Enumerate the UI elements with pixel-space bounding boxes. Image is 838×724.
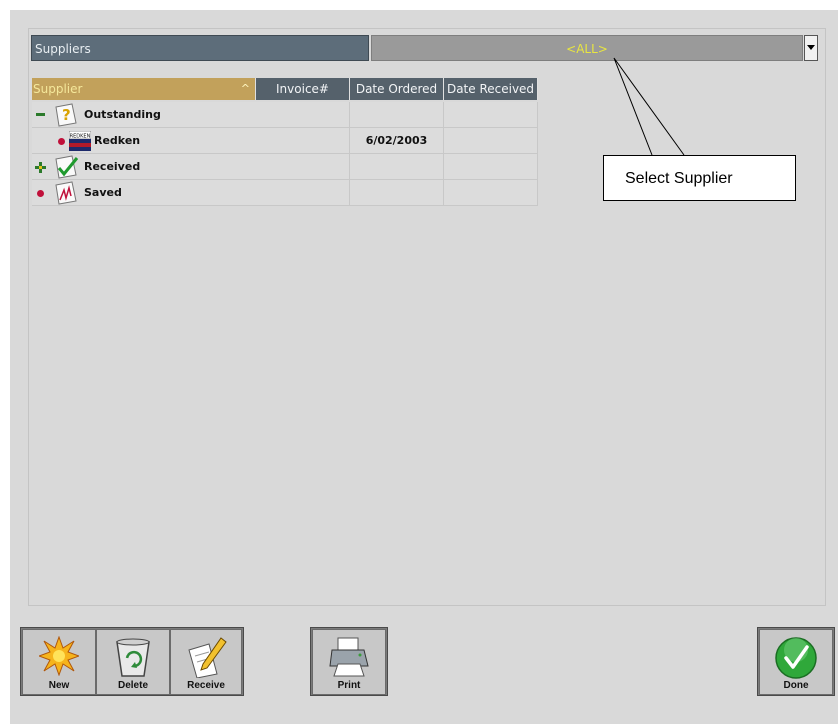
receive-button[interactable]: Receive [170,629,242,695]
done-button-label: Done [783,680,809,691]
printer-icon [329,637,369,677]
delete-button[interactable]: Delete [96,629,170,695]
delete-button-label: Delete [117,680,148,691]
done-button[interactable]: Done [759,629,833,695]
print-button[interactable]: Print [312,629,386,695]
new-button[interactable]: New [22,629,96,695]
print-button-label: Print [337,680,361,691]
callout-pointer [613,57,685,156]
new-button-label: New [48,680,70,691]
recycle-bin-icon [116,638,150,677]
checkmark-circle-icon [775,637,817,679]
receive-button-label: Receive [187,680,225,691]
starburst-icon [39,636,79,676]
pencil-document-icon [188,637,227,678]
select-supplier-callout: Select Supplier [603,155,796,201]
